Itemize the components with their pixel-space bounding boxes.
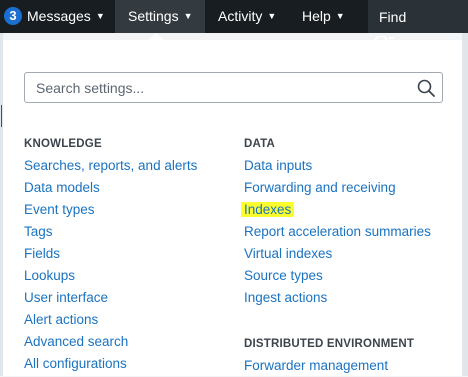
message-count-badge: 3	[4, 7, 22, 25]
link-alert-actions[interactable]: Alert actions	[24, 309, 197, 331]
settings-search-box[interactable]	[24, 72, 443, 103]
find-search-box[interactable]	[368, 0, 468, 33]
menu-pointer-arrow	[147, 33, 165, 41]
settings-menu[interactable]: Settings ▼	[115, 0, 205, 33]
link-data-inputs[interactable]: Data inputs	[244, 155, 431, 177]
knowledge-heading: KNOWLEDGE	[24, 138, 102, 150]
settings-search-input[interactable]	[25, 73, 405, 102]
data-heading: DATA	[244, 138, 276, 150]
link-data-models[interactable]: Data models	[24, 177, 197, 199]
activity-label: Activity	[218, 8, 263, 24]
link-user-interface[interactable]: User interface	[24, 287, 197, 309]
link-virtual-indexes[interactable]: Virtual indexes	[244, 243, 431, 265]
caret-down-icon: ▼	[183, 11, 193, 21]
caret-down-icon: ▼	[335, 11, 345, 21]
settings-label: Settings	[128, 8, 179, 24]
link-report-acceleration-summaries[interactable]: Report acceleration summaries	[244, 221, 431, 243]
link-searches-reports-alerts[interactable]: Searches, reports, and alerts	[24, 155, 197, 177]
link-fields[interactable]: Fields	[24, 243, 197, 265]
link-forwarding-receiving[interactable]: Forwarding and receiving	[244, 177, 431, 199]
search-icon[interactable]	[417, 79, 435, 97]
activity-menu[interactable]: Activity ▼	[218, 0, 288, 33]
settings-dropdown-menu: KNOWLEDGE Searches, reports, and alerts …	[3, 40, 462, 376]
link-all-configurations[interactable]: All configurations	[24, 353, 197, 375]
knowledge-column: KNOWLEDGE Searches, reports, and alerts …	[24, 136, 197, 375]
top-nav-bar: 3 Messages ▼ Settings ▼ Activity ▼ Help ▼	[0, 0, 468, 33]
highlight-marker: Indexes	[241, 202, 295, 217]
distributed-environment-heading: DISTRIBUTED ENVIRONMENT	[244, 338, 415, 350]
caret-down-icon: ▼	[267, 11, 277, 21]
link-advanced-search[interactable]: Advanced search	[24, 331, 197, 353]
background-toolbar-icon	[374, 36, 394, 42]
link-lookups[interactable]: Lookups	[24, 265, 197, 287]
link-tags[interactable]: Tags	[24, 221, 197, 243]
help-menu[interactable]: Help ▼	[302, 0, 352, 33]
link-ingest-actions[interactable]: Ingest actions	[244, 287, 431, 309]
caret-down-icon: ▼	[95, 11, 105, 21]
link-indexes[interactable]: Indexes	[241, 199, 431, 221]
link-forwarder-management[interactable]: Forwarder management	[244, 355, 431, 377]
messages-label: Messages	[27, 8, 91, 24]
link-source-types[interactable]: Source types	[244, 265, 431, 287]
link-event-types[interactable]: Event types	[24, 199, 197, 221]
help-label: Help	[302, 8, 331, 24]
find-input[interactable]	[368, 0, 468, 33]
background-page-edge	[462, 33, 468, 376]
messages-menu[interactable]: 3 Messages ▼	[0, 0, 113, 33]
data-column: DATA Data inputs Forwarding and receivin…	[241, 136, 431, 377]
